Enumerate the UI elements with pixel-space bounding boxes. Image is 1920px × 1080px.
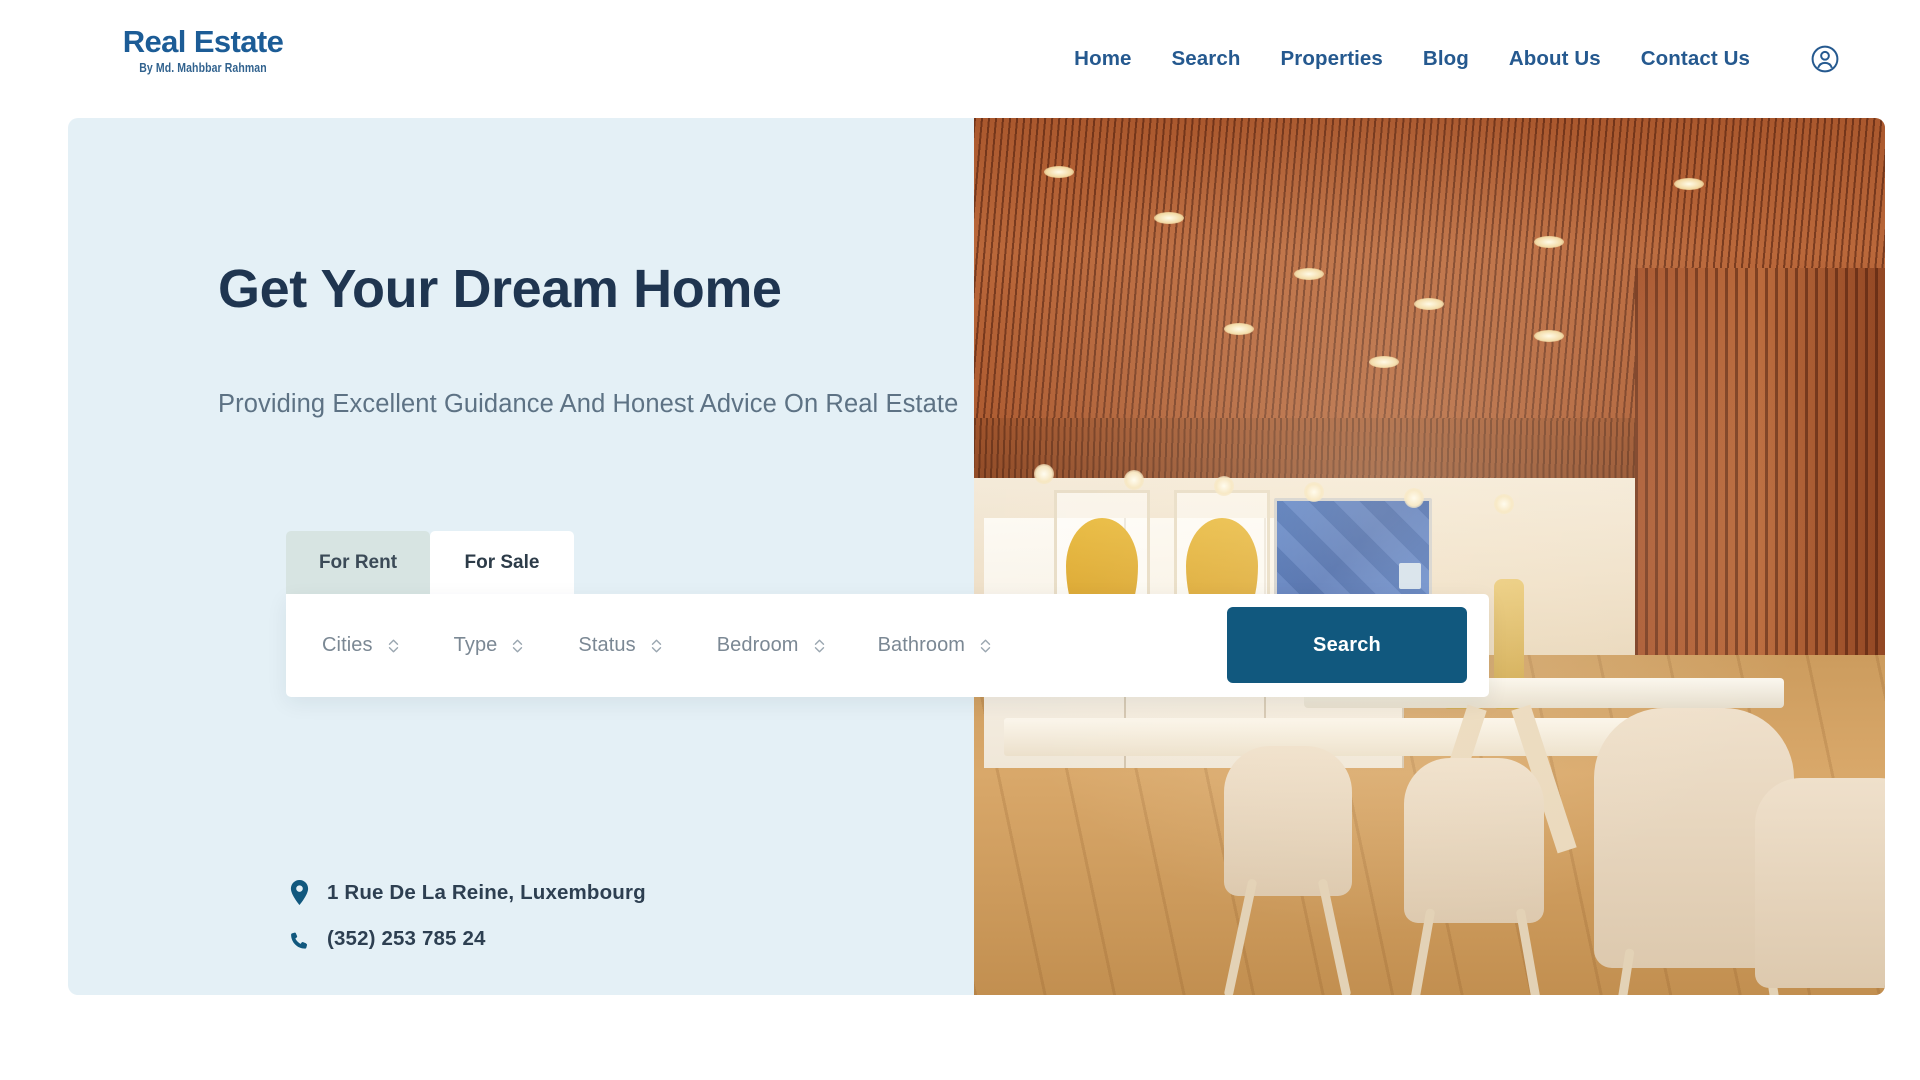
hero-interior-photo (974, 118, 1885, 995)
chevron-updown-icon (813, 637, 826, 655)
filter-bathroom[interactable]: Bathroom (878, 634, 993, 657)
contact-phone: (352) 253 785 24 (327, 927, 486, 950)
contact-address-row[interactable]: 1 Rue De La Reine, Luxembourg (286, 880, 646, 905)
brand-tagline: By Md. Mahbbar Rahman (139, 60, 267, 76)
phone-icon (286, 928, 312, 950)
page-title: Get Your Dream Home (218, 259, 782, 319)
nav-item-blog[interactable]: Blog (1403, 47, 1489, 71)
hero-subtitle: Providing Excellent Guidance And Honest … (218, 390, 959, 418)
filter-status[interactable]: Status (578, 634, 662, 657)
chevron-updown-icon (387, 637, 400, 655)
map-pin-icon (286, 880, 312, 905)
interior-illustration (974, 118, 1885, 995)
nav-item-properties[interactable]: Properties (1261, 47, 1403, 71)
filter-bathroom-label: Bathroom (877, 634, 966, 656)
main-navigation: Home Search Properties Blog About Us Con… (1054, 0, 1770, 118)
hero-section: Get Your Dream Home Providing Excellent … (68, 118, 1885, 995)
tab-for-sale[interactable]: For Sale (430, 531, 574, 594)
user-circle-icon[interactable] (1808, 42, 1842, 76)
property-search-panel: Cities Type Status Bedroom Bathroom Sear… (286, 594, 1489, 697)
filter-cities-label: Cities (322, 634, 373, 656)
contact-address: 1 Rue De La Reine, Luxembourg (327, 880, 646, 904)
chevron-updown-icon (650, 637, 663, 655)
filter-type-label: Type (453, 634, 498, 656)
filter-status-label: Status (578, 634, 636, 656)
wall-tv (1274, 498, 1432, 600)
brand-logo[interactable]: Real Estate By Md. Mahbbar Rahman (98, 24, 308, 76)
filter-cities[interactable]: Cities (322, 634, 400, 657)
nav-item-search[interactable]: Search (1152, 47, 1261, 71)
nav-item-home[interactable]: Home (1054, 47, 1151, 71)
listing-type-tabs: For Rent For Sale (286, 531, 574, 594)
contact-phone-row[interactable]: (352) 253 785 24 (286, 927, 646, 951)
search-button[interactable]: Search (1227, 607, 1467, 683)
nav-item-contact-us[interactable]: Contact Us (1621, 47, 1770, 71)
filter-type[interactable]: Type (454, 634, 525, 657)
nav-item-about-us[interactable]: About Us (1489, 47, 1621, 71)
brand-name: Real Estate (122, 24, 284, 59)
chevron-updown-icon (979, 637, 992, 655)
chevron-updown-icon (511, 637, 524, 655)
filter-bedroom-label: Bedroom (716, 634, 799, 656)
filter-bedroom[interactable]: Bedroom (717, 634, 826, 657)
contact-info: 1 Rue De La Reine, Luxembourg (352) 253 … (286, 880, 646, 973)
tab-for-rent[interactable]: For Rent (286, 531, 430, 594)
site-header: Real Estate By Md. Mahbbar Rahman Home S… (0, 0, 1920, 118)
